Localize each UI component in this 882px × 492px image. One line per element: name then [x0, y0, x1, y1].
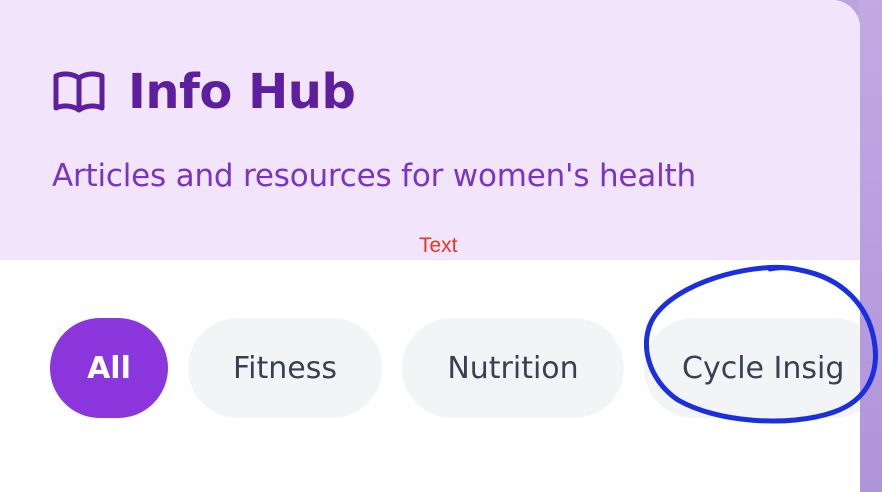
page-title: Info Hub [128, 64, 356, 120]
book-open-icon [53, 71, 105, 113]
category-filter-bar: All Fitness Nutrition Cycle Insig [50, 318, 860, 418]
background-panel-edge [858, 0, 882, 492]
annotation-text-label: Text [419, 234, 458, 257]
filter-chip-all[interactable]: All [50, 318, 168, 418]
title-row: Info Hub [52, 62, 356, 122]
filter-chip-nutrition[interactable]: Nutrition [402, 318, 624, 418]
filter-chip-fitness[interactable]: Fitness [188, 318, 382, 418]
info-hub-card: Info Hub Articles and resources for wome… [0, 0, 860, 492]
page-header: Info Hub Articles and resources for wome… [0, 0, 860, 260]
page-subtitle: Articles and resources for women's healt… [52, 158, 696, 194]
filter-chip-cycle-insights[interactable]: Cycle Insig [644, 318, 860, 418]
